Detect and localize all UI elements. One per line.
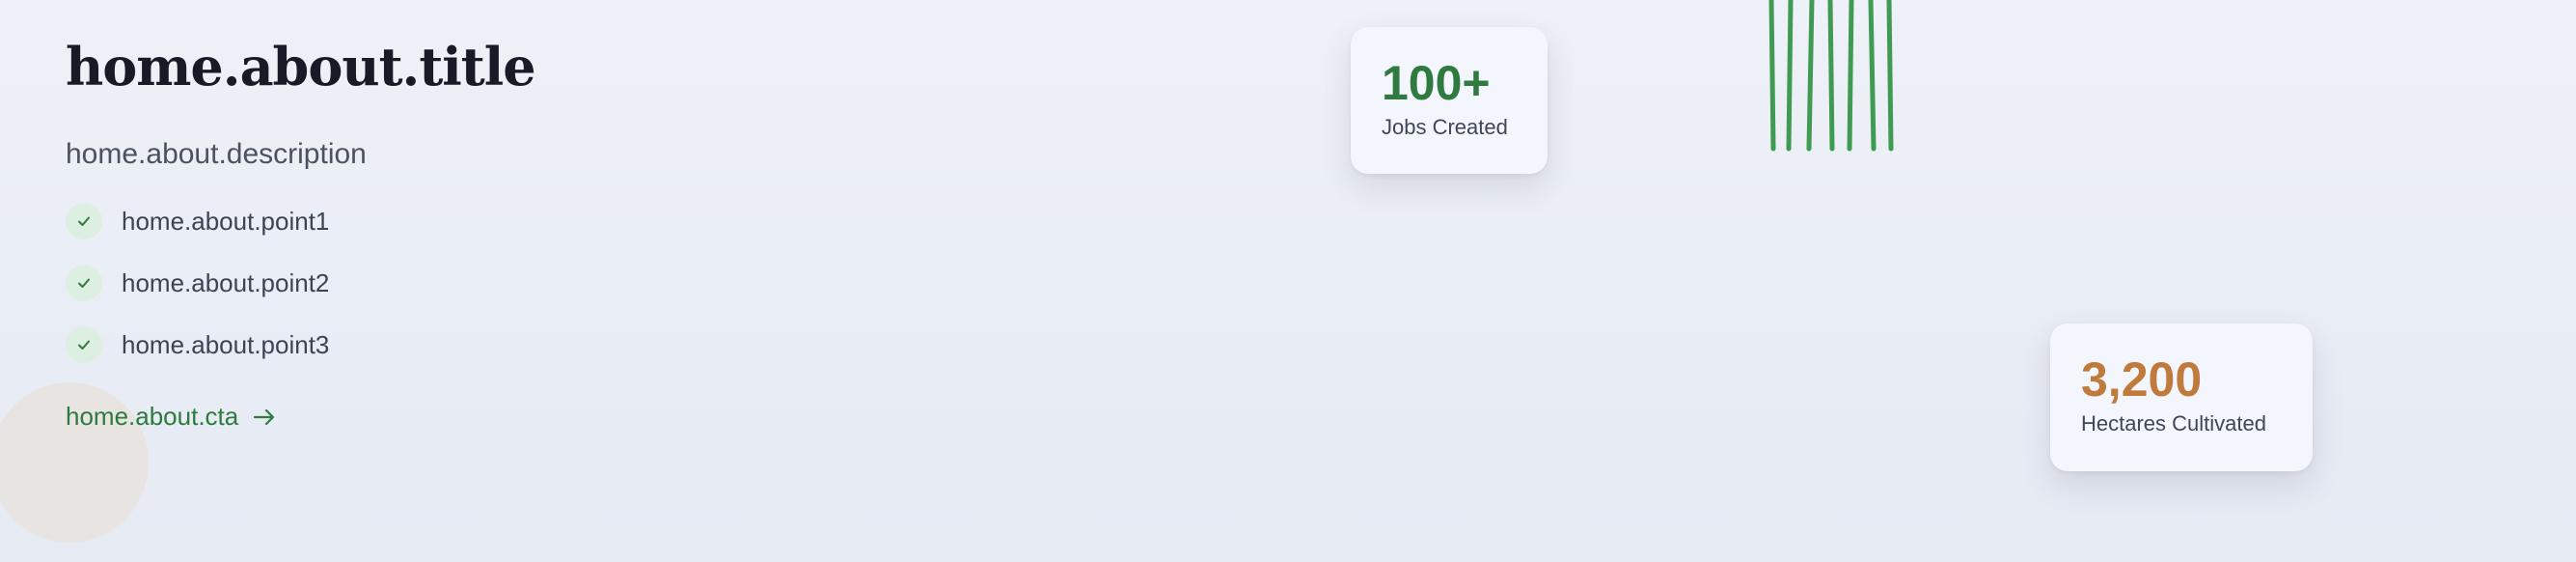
crop-stalk xyxy=(1806,0,1815,152)
about-title: home.about.title xyxy=(66,36,536,98)
check-icon xyxy=(66,265,102,301)
list-item: home.about.point1 xyxy=(66,201,934,241)
stat-label-hectares: Hectares Cultivated xyxy=(2081,411,2266,436)
about-point-text: home.about.point1 xyxy=(122,206,330,236)
list-item: home.about.point3 xyxy=(66,324,934,365)
about-description: home.about.description xyxy=(66,138,367,170)
about-section: home.about.title home.about.description … xyxy=(66,29,934,432)
about-cta-link[interactable]: home.about.cta xyxy=(66,402,277,432)
crop-stalk xyxy=(1786,0,1794,152)
crop-stalk xyxy=(1868,0,1877,152)
stat-value-jobs: 100+ xyxy=(1382,56,1491,110)
stat-card-hectares: 3,200 Hectares Cultivated xyxy=(2050,323,2313,471)
stat-label-jobs: Jobs Created xyxy=(1382,115,1508,139)
about-cta-label: home.about.cta xyxy=(66,402,239,431)
check-icon xyxy=(66,326,102,363)
stat-card-jobs: 100+ Jobs Created xyxy=(1351,27,1548,174)
crop-stalk xyxy=(1768,0,1776,152)
about-point-text: home.about.point2 xyxy=(122,267,330,297)
list-item: home.about.point2 xyxy=(66,263,934,303)
check-icon xyxy=(66,203,102,239)
stat-value-hectares: 3,200 xyxy=(2081,352,2203,407)
crop-stalk xyxy=(1847,0,1854,152)
crop-stalk xyxy=(1827,0,1835,152)
crop-rows-illustration xyxy=(1768,0,1894,152)
crop-stalk xyxy=(1886,0,1894,152)
about-point-text: home.about.point3 xyxy=(122,329,330,359)
arrow-right-icon xyxy=(252,407,277,428)
about-points-list: home.about.point1 home.about.point2 home… xyxy=(66,201,934,365)
